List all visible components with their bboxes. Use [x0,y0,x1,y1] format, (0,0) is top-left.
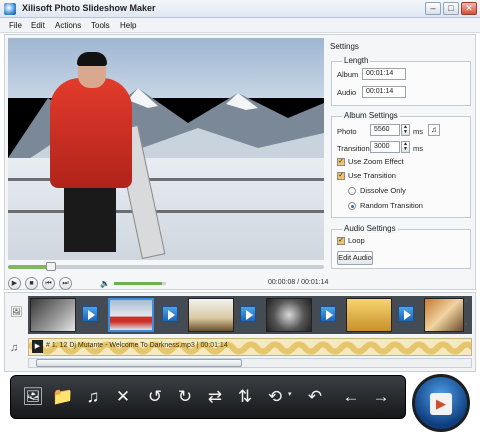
use-transition-label: Use Transition [348,171,396,180]
transition-icon[interactable] [398,306,414,322]
rotate-right-icon[interactable]: ↻ [172,384,198,410]
maximize-button[interactable]: □ [443,2,459,15]
photo-duration-stepper[interactable]: ▲ ▼ [401,124,410,136]
volume-level [114,282,162,285]
preview-person-legs [64,186,116,252]
album-length-field[interactable]: 00:01:14 [362,68,406,80]
settings-title: Settings [330,42,359,51]
rotate-left-icon[interactable]: ↺ [142,384,168,410]
length-label: Length [342,56,371,65]
transition-unit: ms [413,144,423,153]
track-scroll-up-icon[interactable]: ▲ [463,298,469,304]
use-transition-checkbox[interactable]: ✓ [337,172,345,180]
zoom-effect-label: Use Zoom Effect [348,157,404,166]
loop-checkbox[interactable]: ✓ [337,237,345,245]
preview-image [8,38,324,260]
menu-help[interactable]: Help [120,21,136,30]
start-icon[interactable]: ▶ [430,393,452,415]
previous-button[interactable]: ⏮ [42,277,55,290]
image-track-icon: 🖼 [10,307,23,318]
photo-thumbnail[interactable] [188,298,234,332]
delete-icon[interactable]: ✕ [110,384,136,410]
menu-file[interactable]: File [9,21,22,30]
preview-person-hat [77,52,107,66]
play-button[interactable]: ▶ [8,277,21,290]
transition-icon[interactable] [162,306,178,322]
photo-thumbnail[interactable] [266,298,312,332]
audio-clip-label: # 1. 12 Dj Mutante - Welcome To Darkness… [46,342,228,349]
menu-actions[interactable]: Actions [55,21,81,30]
photo-duration-field[interactable]: 5560 [370,124,400,136]
app-icon [4,3,16,15]
preview-person-jacket [50,78,132,188]
photo-thumbnail[interactable] [346,298,392,332]
add-folder-icon[interactable]: 📁 [50,384,76,410]
photo-thumbnail[interactable] [30,298,76,332]
stop-button[interactable]: ■ [25,277,38,290]
album-settings-label: Album Settings [342,111,400,120]
audio-length-label: Audio [337,88,357,97]
loop-label: Loop [348,236,365,245]
edit-audio-button[interactable]: Edit Audio [337,251,373,265]
dissolve-only-label: Dissolve Only [360,186,406,195]
seek-handle[interactable] [46,262,56,271]
transition-duration-label: Transition [337,144,370,153]
transition-effect-icon[interactable]: ⟲ [262,384,288,410]
move-left-icon[interactable]: ← [338,384,364,410]
random-transition-label: Random Transition [360,201,423,210]
add-music-icon[interactable]: ♫ [80,384,106,410]
preview-railing [8,210,324,213]
audio-length-field[interactable]: 00:01:14 [362,86,406,98]
zoom-effect-checkbox[interactable]: ✓ [337,158,345,166]
swap-icon[interactable]: ⇄ [202,384,228,410]
audio-settings-label: Audio Settings [342,224,398,233]
flip-icon[interactable]: ⇅ [232,384,258,410]
music-note-icon[interactable]: ♫ [428,124,440,136]
photo-duration-label: Photo [337,127,357,136]
audio-clip-play-button[interactable]: ▶ [32,340,43,353]
transition-dropdown-icon[interactable]: ▾ [288,390,292,398]
close-button[interactable]: ✕ [461,2,477,15]
transition-icon[interactable] [240,306,256,322]
photo-thumbnail-selected[interactable] [108,298,154,332]
menu-edit[interactable]: Edit [31,21,45,30]
timeline-scrollbar-thumb[interactable] [36,359,242,367]
transition-duration-field[interactable]: 3000 [370,141,400,153]
music-track-icon: ♫ [10,342,19,354]
transition-icon[interactable] [320,306,336,322]
dissolve-only-radio[interactable] [348,187,356,195]
next-button[interactable]: ⏭ [59,277,72,290]
menu-tools[interactable]: Tools [91,21,110,30]
undo-icon[interactable]: ↶ [302,384,328,410]
add-photo-icon[interactable]: 🖼 [20,384,46,410]
random-transition-radio[interactable] [348,202,356,210]
track-scroll-down-icon[interactable]: ▼ [463,322,469,328]
transition-icon[interactable] [82,306,98,322]
photo-thumbnail[interactable] [424,298,464,332]
volume-icon[interactable]: 🔈 [100,279,110,288]
photo-unit: ms [413,127,423,136]
window-title: Xilisoft Photo Slideshow Maker [22,3,156,13]
transition-duration-stepper[interactable]: ▲ ▼ [401,141,410,153]
minimize-button[interactable]: – [425,2,441,15]
time-display: 00:00:08 / 00:01:14 [268,279,329,286]
move-right-icon[interactable]: → [368,384,394,410]
album-length-label: Album [337,70,359,79]
